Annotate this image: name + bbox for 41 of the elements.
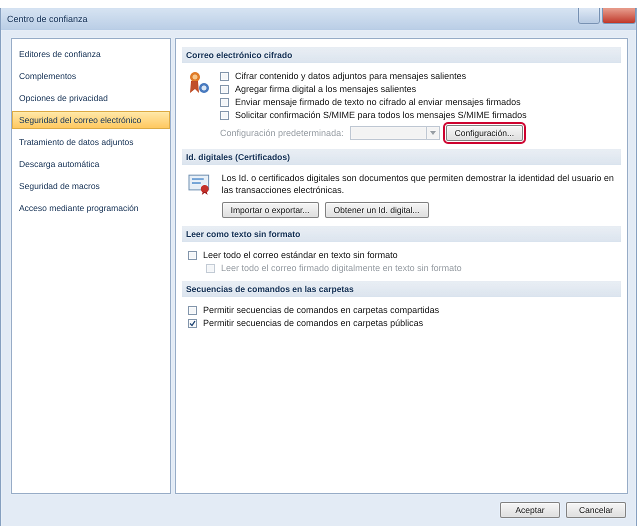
certificate-person-icon: [188, 71, 210, 95]
section-header: Correo electrónico cifrado: [182, 47, 621, 63]
help-button[interactable]: [578, 8, 600, 24]
sidebar-item[interactable]: Opciones de privacidad: [12, 89, 170, 107]
description-text: Los Id. o certificados digitales son documentos que permiten demostrar la identidad del usuario en las transacciones electrónicas.: [222, 173, 615, 196]
close-button[interactable]: [602, 8, 636, 24]
default-setting-dropdown[interactable]: [350, 126, 440, 140]
settings-button[interactable]: Configuración...: [446, 125, 524, 141]
checkbox[interactable]: [188, 250, 197, 260]
sidebar-item[interactable]: Seguridad del correo electrónico: [12, 111, 170, 129]
checkbox-label: Agregar firma digital a los mensajes salientes: [235, 84, 416, 94]
caret-icon: [430, 131, 436, 135]
checkbox-label: Enviar mensaje firmado de texto no cifrado al enviar mensajes firmados: [235, 97, 521, 107]
sidebar-item[interactable]: Complementos: [12, 67, 170, 85]
checkbox-label: Solicitar confirmación S/MIME para todos los mensajes S/MIME firmados: [235, 110, 527, 120]
sidebar-item[interactable]: Seguridad de macros: [12, 177, 170, 195]
checkbox[interactable]: [220, 84, 229, 94]
certificate-icon: [188, 173, 212, 195]
dialog-button[interactable]: Cancelar: [566, 502, 626, 518]
checkbox[interactable]: [188, 306, 197, 315]
window-title: Centro de confianza: [7, 14, 88, 24]
sidebar-item[interactable]: Tratamiento de datos adjuntos: [12, 133, 170, 151]
section-header: Leer como texto sin formato: [182, 226, 621, 242]
checkbox-label: Leer todo el correo estándar en texto sin formato: [203, 250, 398, 260]
checkbox-label: Permitir secuencias de comandos en carpetas compartidas: [203, 305, 440, 316]
checkbox-label: Permitir secuencias de comandos en carpetas públicas: [203, 318, 424, 328]
checkbox[interactable]: [188, 318, 197, 328]
checkbox[interactable]: [220, 110, 229, 120]
action-button[interactable]: Importar o exportar...: [222, 202, 319, 218]
checkbox-label: Cifrar contenido y datos adjuntos para mensajes salientes: [235, 71, 466, 81]
sidebar-item[interactable]: Editores de confianza: [12, 45, 170, 63]
sidebar-item[interactable]: Acceso mediante programación: [12, 199, 170, 217]
dialog-button[interactable]: Aceptar: [500, 502, 560, 518]
sidebar-item[interactable]: Descarga automática: [12, 155, 170, 173]
section-header: Id. digitales (Certificados): [182, 149, 621, 165]
section-header: Secuencias de comandos en las carpetas: [182, 281, 621, 298]
checkbox-label: Leer todo el correo firmado digitalmente en texto sin formato: [221, 263, 462, 274]
default-setting-label: Configuración predeterminada:: [220, 128, 344, 138]
checkbox[interactable]: [220, 98, 229, 106]
action-button[interactable]: Obtener un Id. digital...: [324, 202, 429, 218]
checkbox[interactable]: [220, 72, 229, 80]
